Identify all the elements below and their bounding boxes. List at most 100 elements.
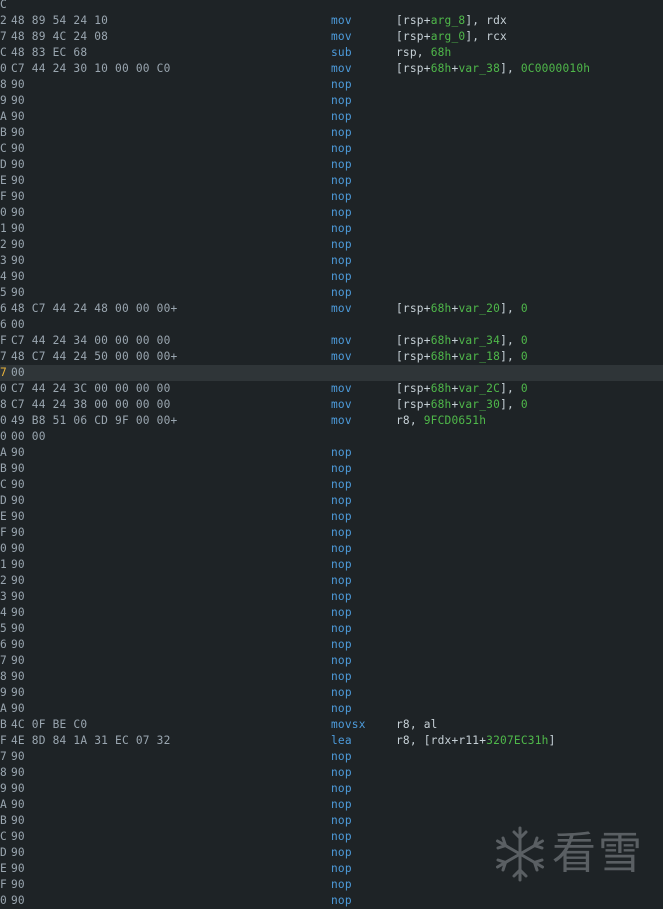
instruction-mnemonic[interactable]: nop (331, 173, 352, 189)
listing-row[interactable]: C 90 nop (0, 477, 663, 493)
instruction-mnemonic[interactable]: nop (331, 685, 352, 701)
listing-row[interactable]: B 90 nop (0, 125, 663, 141)
operand-symbol[interactable]: 0 (521, 334, 528, 347)
operand-symbol[interactable]: 0 (521, 350, 528, 363)
instruction-mnemonic[interactable]: nop (331, 845, 352, 861)
listing-row[interactable]: 6 00 (0, 317, 663, 333)
listing-row[interactable]: 9 90 nop (0, 781, 663, 797)
listing-row[interactable]: A 90 nop (0, 109, 663, 125)
instruction-mnemonic[interactable]: mov (331, 333, 352, 349)
instruction-mnemonic[interactable]: nop (331, 653, 352, 669)
operand-symbol[interactable]: 0 (521, 382, 528, 395)
instruction-mnemonic[interactable]: nop (331, 109, 352, 125)
listing-row[interactable]: F 90 nop (0, 525, 663, 541)
instruction-mnemonic[interactable]: nop (331, 253, 352, 269)
instruction-operands[interactable]: r8, 9FCD0651h (396, 413, 486, 429)
listing-row[interactable]: 0 90 nop (0, 893, 663, 909)
listing-row[interactable]: A 90 nop (0, 797, 663, 813)
operand-symbol[interactable]: arg_0 (431, 30, 466, 43)
listing-row[interactable]: 7 90 nop (0, 749, 663, 765)
operand-symbol[interactable]: var_20 (458, 302, 500, 315)
instruction-operands[interactable]: rsp, 68h (396, 45, 452, 61)
instruction-operands[interactable]: [rsp+arg_0], rcx (396, 29, 507, 45)
instruction-mnemonic[interactable]: nop (331, 813, 352, 829)
instruction-mnemonic[interactable]: nop (331, 573, 352, 589)
instruction-mnemonic[interactable]: nop (331, 93, 352, 109)
instruction-mnemonic[interactable]: nop (331, 205, 352, 221)
listing-row[interactable]: F 90 nop (0, 189, 663, 205)
instruction-mnemonic[interactable]: nop (331, 493, 352, 509)
listing-row[interactable]: 0 90 nop (0, 205, 663, 221)
instruction-mnemonic[interactable]: sub (331, 45, 352, 61)
listing-row[interactable]: 8 90 nop (0, 77, 663, 93)
instruction-mnemonic[interactable]: nop (331, 621, 352, 637)
listing-row[interactable]: 7 00 (0, 365, 663, 381)
listing-row[interactable]: F C7 44 24 34 00 00 00 00 mov [rsp+68h+var_… (0, 333, 663, 349)
listing-row[interactable]: C 48 83 EC 68 sub rsp, 68h (0, 45, 663, 61)
instruction-mnemonic[interactable]: nop (331, 589, 352, 605)
instruction-mnemonic[interactable]: nop (331, 509, 352, 525)
listing-row[interactable]: A 90 nop (0, 701, 663, 717)
instruction-mnemonic[interactable]: nop (331, 877, 352, 893)
listing-row[interactable]: 1 90 nop (0, 221, 663, 237)
instruction-mnemonic[interactable]: mov (331, 397, 352, 413)
operand-symbol[interactable]: 68h (431, 46, 452, 59)
instruction-mnemonic[interactable]: nop (331, 781, 352, 797)
operand-symbol[interactable]: 68h (431, 334, 452, 347)
operand-symbol[interactable]: 9FCD0651h (424, 414, 486, 427)
listing-row[interactable]: 0 49 B8 51 06 CD 9F 00 00+ mov r8, 9FCD0651… (0, 413, 663, 429)
operand-symbol[interactable]: 0C0000010h (521, 62, 590, 75)
instruction-mnemonic[interactable]: nop (331, 157, 352, 173)
instruction-mnemonic[interactable]: nop (331, 77, 352, 93)
listing-row[interactable]: 5 90 nop (0, 285, 663, 301)
instruction-operands[interactable]: r8, [rdx+r11+3207EC31h] (396, 733, 556, 749)
listing-row[interactable]: 5 90 nop (0, 621, 663, 637)
listing-row[interactable]: 1 90 nop (0, 557, 663, 573)
instruction-operands[interactable]: [rsp+68h+var_2C], 0 (396, 381, 528, 397)
operand-symbol[interactable]: 3207EC31h (486, 734, 548, 747)
instruction-mnemonic[interactable]: nop (331, 701, 352, 717)
listing-row[interactable]: 7 48 89 4C 24 08 mov [rsp+arg_0], rcx (0, 29, 663, 45)
listing-row[interactable]: 3 90 nop (0, 253, 663, 269)
instruction-mnemonic[interactable]: nop (331, 141, 352, 157)
operand-symbol[interactable]: 68h (431, 350, 452, 363)
instruction-mnemonic[interactable]: mov (331, 29, 352, 45)
instruction-operands[interactable]: [rsp+68h+var_38], 0C0000010h (396, 61, 590, 77)
instruction-operands[interactable]: [rsp+68h+var_18], 0 (396, 349, 528, 365)
listing-row[interactable]: 3 90 nop (0, 589, 663, 605)
disassembly-view[interactable]: C 2 48 89 54 24 10 mov [rsp+arg_8], rdx 7 48 8… (0, 0, 663, 909)
listing-row[interactable]: 0 90 nop (0, 541, 663, 557)
operand-symbol[interactable]: 68h (431, 302, 452, 315)
listing-row[interactable]: 9 90 nop (0, 93, 663, 109)
instruction-mnemonic[interactable]: nop (331, 461, 352, 477)
listing-row[interactable]: 6 90 nop (0, 637, 663, 653)
listing-row[interactable]: 8 90 nop (0, 765, 663, 781)
instruction-mnemonic[interactable]: nop (331, 893, 352, 909)
listing-row[interactable]: 2 48 89 54 24 10 mov [rsp+arg_8], rdx (0, 13, 663, 29)
instruction-mnemonic[interactable]: nop (331, 221, 352, 237)
operand-symbol[interactable]: 0 (521, 302, 528, 315)
listing-row[interactable]: 2 90 nop (0, 237, 663, 253)
instruction-mnemonic[interactable]: nop (331, 285, 352, 301)
instruction-mnemonic[interactable]: nop (331, 797, 352, 813)
operand-symbol[interactable]: 68h (431, 62, 452, 75)
instruction-mnemonic[interactable]: nop (331, 829, 352, 845)
listing-row[interactable]: B 4C 0F BE C0 movsx r8, al (0, 717, 663, 733)
listing-row[interactable]: E 90 nop (0, 509, 663, 525)
instruction-mnemonic[interactable]: nop (331, 765, 352, 781)
operand-symbol[interactable]: 0 (521, 398, 528, 411)
listing-row[interactable]: D 90 nop (0, 493, 663, 509)
listing-row[interactable]: 8 90 nop (0, 669, 663, 685)
instruction-mnemonic[interactable]: nop (331, 557, 352, 573)
instruction-mnemonic[interactable]: nop (331, 125, 352, 141)
listing-row[interactable]: 0 C7 44 24 30 10 00 00 C0 mov [rsp+68h+var_… (0, 61, 663, 77)
listing-row[interactable]: 4 90 nop (0, 605, 663, 621)
operand-symbol[interactable]: var_18 (458, 350, 500, 363)
listing-row[interactable]: F 4E 8D 84 1A 31 EC 07 32 lea r8, [rdx+r11+… (0, 733, 663, 749)
listing-row[interactable]: 0 C7 44 24 3C 00 00 00 00 mov [rsp+68h+var_… (0, 381, 663, 397)
instruction-mnemonic[interactable]: nop (331, 445, 352, 461)
operand-symbol[interactable]: 68h (431, 382, 452, 395)
listing-row[interactable]: 8 C7 44 24 38 00 00 00 00 mov [rsp+68h+var_… (0, 397, 663, 413)
listing-row[interactable]: D 90 nop (0, 157, 663, 173)
instruction-mnemonic[interactable]: nop (331, 189, 352, 205)
